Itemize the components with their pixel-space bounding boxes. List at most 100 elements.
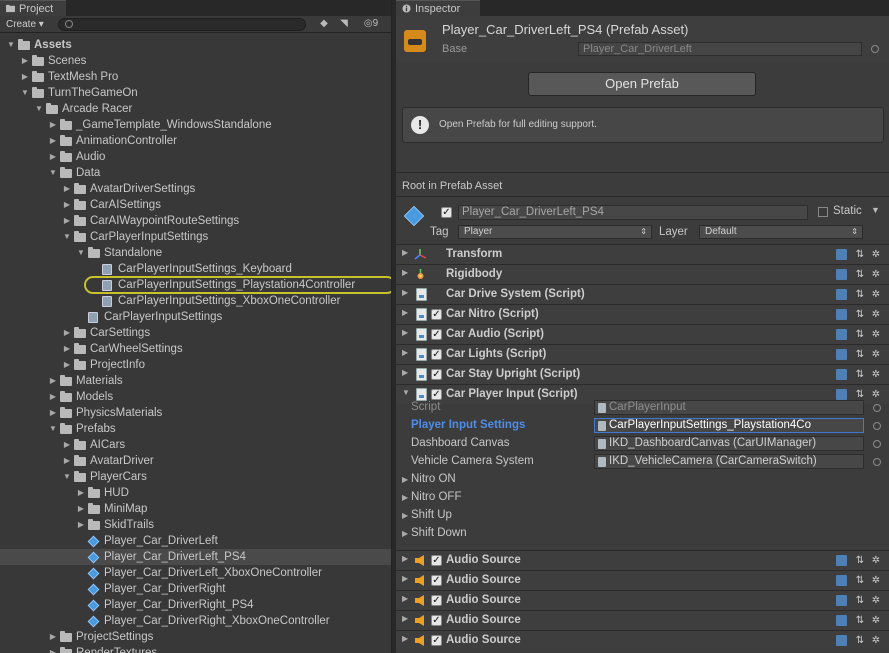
help-book-icon[interactable] xyxy=(836,575,847,586)
collapsed-arrow-icon[interactable]: ▶ xyxy=(402,493,411,502)
tree-item[interactable]: ▼ Data xyxy=(0,165,391,181)
open-prefab-button[interactable]: Open Prefab xyxy=(528,72,756,96)
collapsed-arrow-icon[interactable]: ▶ xyxy=(402,594,408,603)
component-header[interactable]: ▶ ✓ Car Nitro (Script) ⇅ ✲ xyxy=(396,304,889,324)
script-field[interactable]: CarPlayerInput xyxy=(594,400,864,415)
collapsed-arrow-icon[interactable]: ▶ xyxy=(76,517,86,533)
component-header[interactable]: ▶ Transform ⇅ ✲ xyxy=(396,244,889,264)
help-book-icon[interactable] xyxy=(836,369,847,380)
presets-icon[interactable]: ⇅ xyxy=(854,594,866,607)
enabled-checkbox[interactable]: ✓ xyxy=(431,595,442,606)
gear-icon[interactable]: ✲ xyxy=(870,248,882,261)
tree-item[interactable]: ▶ CarWheelSettings xyxy=(0,341,391,357)
event-foldout[interactable]: ▶ Shift Down xyxy=(402,527,467,539)
tree-item[interactable]: ▶ SkidTrails xyxy=(0,517,391,533)
collapsed-arrow-icon[interactable]: ▶ xyxy=(48,133,58,149)
component-header[interactable]: ▶ ✓ Car Lights (Script) ⇅ ✲ xyxy=(396,344,889,364)
component-header[interactable]: ▶ ✓ Audio Source ⇅ ✲ xyxy=(396,590,889,610)
expanded-arrow-icon[interactable]: ▼ xyxy=(402,388,410,397)
enabled-checkbox[interactable]: ✓ xyxy=(431,329,442,340)
tree-item[interactable]: ▼ CarPlayerInputSettings xyxy=(0,229,391,245)
tree-item[interactable]: ▼ Standalone xyxy=(0,245,391,261)
tree-item[interactable]: ▶ PhysicsMaterials xyxy=(0,405,391,421)
expanded-arrow-icon[interactable]: ▼ xyxy=(20,85,30,101)
collapsed-arrow-icon[interactable]: ▶ xyxy=(48,117,58,133)
tree-item[interactable]: Player_Car_DriverRight xyxy=(0,581,391,597)
help-book-icon[interactable] xyxy=(836,329,847,340)
help-book-icon[interactable] xyxy=(836,595,847,606)
collapsed-arrow-icon[interactable]: ▶ xyxy=(402,554,408,563)
collapsed-arrow-icon[interactable]: ▶ xyxy=(62,213,72,229)
collapsed-arrow-icon[interactable]: ▶ xyxy=(62,197,72,213)
tree-item[interactable]: CarPlayerInputSettings_XboxOneController xyxy=(0,293,391,309)
tree-item[interactable]: ▼ Assets xyxy=(0,37,391,53)
object-picker-icon[interactable] xyxy=(871,45,879,53)
component-header[interactable]: ▶ Rigidbody ⇅ ✲ xyxy=(396,264,889,284)
gear-icon[interactable]: ✲ xyxy=(870,614,882,627)
collapsed-arrow-icon[interactable]: ▶ xyxy=(76,501,86,517)
gear-icon[interactable]: ✲ xyxy=(870,268,882,281)
enabled-checkbox[interactable]: ✓ xyxy=(431,389,442,400)
layer-dropdown[interactable]: Default ⇕ xyxy=(699,225,863,239)
presets-icon[interactable]: ⇅ xyxy=(854,634,866,647)
tree-item[interactable]: CarPlayerInputSettings xyxy=(0,309,391,325)
tag-dropdown[interactable]: Player ⇕ xyxy=(458,225,652,239)
tree-item[interactable]: ▶ RenderTextures xyxy=(0,645,391,653)
event-foldout[interactable]: ▶ Nitro OFF xyxy=(402,491,461,503)
vehicle-camera-field[interactable]: IKD_VehicleCamera (CarCameraSwitch) xyxy=(594,454,864,469)
tree-item[interactable]: Player_Car_DriverLeft_XboxOneController xyxy=(0,565,391,581)
collapsed-arrow-icon[interactable]: ▶ xyxy=(62,437,72,453)
event-foldout[interactable]: ▶ Nitro ON xyxy=(402,473,456,485)
tree-item[interactable]: ▶ CarSettings xyxy=(0,325,391,341)
component-header[interactable]: ▶ ✓ Car Stay Upright (Script) ⇅ ✲ xyxy=(396,364,889,384)
static-dropdown-icon[interactable]: ▼ xyxy=(871,205,880,215)
gear-icon[interactable]: ✲ xyxy=(870,288,882,301)
collapsed-arrow-icon[interactable]: ▶ xyxy=(402,328,408,337)
expanded-arrow-icon[interactable]: ▼ xyxy=(62,229,72,245)
tree-item[interactable]: ▶ TextMesh Pro xyxy=(0,69,391,85)
help-book-icon[interactable] xyxy=(836,309,847,320)
help-book-icon[interactable] xyxy=(836,555,847,566)
expanded-arrow-icon[interactable]: ▼ xyxy=(48,421,58,437)
collapsed-arrow-icon[interactable]: ▶ xyxy=(402,268,408,277)
enabled-checkbox[interactable]: ✓ xyxy=(431,575,442,586)
object-picker-icon[interactable] xyxy=(873,422,881,430)
object-picker-icon[interactable] xyxy=(873,458,881,466)
tree-item[interactable]: ▶ ProjectSettings xyxy=(0,629,391,645)
tree-item[interactable]: Player_Car_DriverRight_XboxOneController xyxy=(0,613,391,629)
gear-icon[interactable]: ✲ xyxy=(870,554,882,567)
help-book-icon[interactable] xyxy=(836,269,847,280)
expanded-arrow-icon[interactable]: ▼ xyxy=(62,469,72,485)
collapsed-arrow-icon[interactable]: ▶ xyxy=(402,574,408,583)
collapsed-arrow-icon[interactable]: ▶ xyxy=(20,53,30,69)
presets-icon[interactable]: ⇅ xyxy=(854,368,866,381)
dashboard-canvas-field[interactable]: IKD_DashboardCanvas (CarUIManager) xyxy=(594,436,864,451)
collapsed-arrow-icon[interactable]: ▶ xyxy=(76,485,86,501)
expanded-arrow-icon[interactable]: ▼ xyxy=(48,165,58,181)
tree-item[interactable]: ▼ PlayerCars xyxy=(0,469,391,485)
tab-inspector[interactable]: Inspector xyxy=(396,0,480,16)
enabled-checkbox[interactable]: ✓ xyxy=(431,635,442,646)
tree-item[interactable]: ▶ HUD xyxy=(0,485,391,501)
gear-icon[interactable]: ✲ xyxy=(870,328,882,341)
help-book-icon[interactable] xyxy=(836,349,847,360)
object-picker-icon[interactable] xyxy=(873,440,881,448)
collapsed-arrow-icon[interactable]: ▶ xyxy=(402,368,408,377)
tree-item[interactable]: ▼ Arcade Racer xyxy=(0,101,391,117)
collapsed-arrow-icon[interactable]: ▶ xyxy=(402,475,411,484)
collapsed-arrow-icon[interactable]: ▶ xyxy=(62,181,72,197)
tree-item[interactable]: ▶ ProjectInfo xyxy=(0,357,391,373)
event-foldout[interactable]: ▶ Shift Up xyxy=(402,509,452,521)
help-book-icon[interactable] xyxy=(836,635,847,646)
component-header[interactable]: ▶ ✓ Audio Source ⇅ ✲ xyxy=(396,610,889,630)
collapsed-arrow-icon[interactable]: ▶ xyxy=(402,348,408,357)
presets-icon[interactable]: ⇅ xyxy=(854,268,866,281)
base-field[interactable]: Player_Car_DriverLeft xyxy=(578,42,862,56)
enabled-checkbox[interactable]: ✓ xyxy=(431,309,442,320)
expanded-arrow-icon[interactable]: ▼ xyxy=(34,101,44,117)
component-header[interactable]: ▶ ✓ Audio Source ⇅ ✲ xyxy=(396,630,889,650)
collapsed-arrow-icon[interactable]: ▶ xyxy=(62,357,72,373)
tree-item[interactable]: ▼ TurnTheGameOn xyxy=(0,85,391,101)
tree-item[interactable]: ▶ Scenes xyxy=(0,53,391,69)
collapsed-arrow-icon[interactable]: ▶ xyxy=(48,149,58,165)
